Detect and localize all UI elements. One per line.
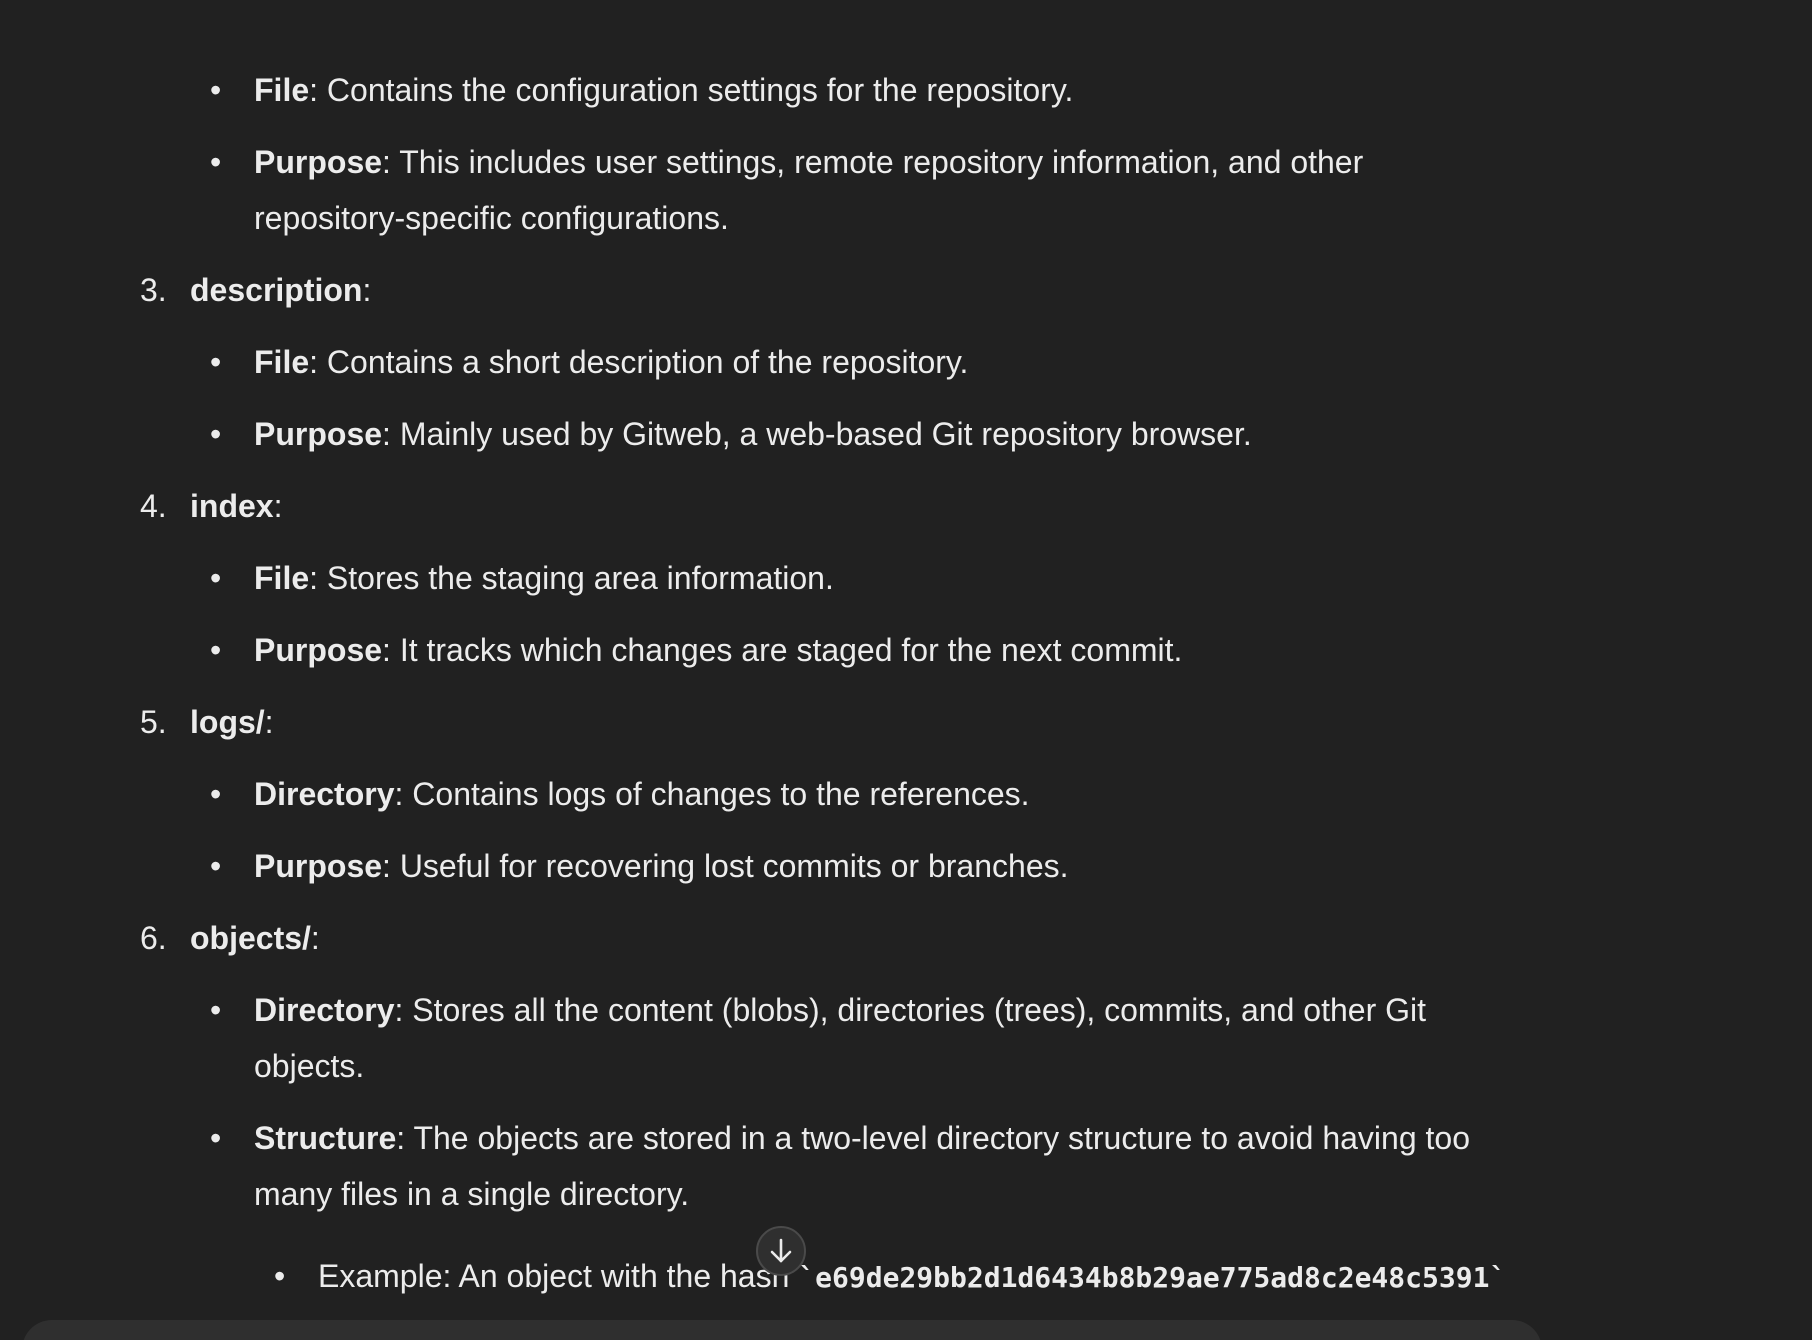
bullet-label: Purpose [254, 144, 383, 180]
item-title: objects/ [190, 920, 311, 956]
bullet-icon: • [210, 992, 222, 1028]
bullet-icon: • [210, 848, 222, 884]
bullet-text-continuation: many files in a single directory. [254, 1176, 690, 1212]
message-composer[interactable] [22, 1320, 1542, 1340]
item-title: description [190, 272, 363, 308]
bullet-icon: • [210, 776, 222, 812]
bullet-text: : The objects are stored in a two-level … [396, 1120, 1470, 1156]
inline-code: `e69de29bb2d1d6434b8b29ae775ad8c2e48c539… [798, 1261, 1507, 1294]
item-number: 6. [140, 920, 167, 956]
item-number: 4. [140, 488, 167, 524]
bullet-icon: • [210, 144, 222, 180]
bullet-icon: • [210, 416, 222, 452]
bullet-label: Structure [254, 1120, 397, 1156]
bullet-label: Purpose [254, 416, 383, 452]
bullet-icon: • [210, 1120, 222, 1156]
bullet-label: File [254, 344, 310, 380]
bullet-text: : It tracks which changes are staged for… [382, 632, 1183, 668]
bullet-label: File [254, 560, 310, 596]
bullet-text-continuation: repository-specific configurations. [254, 200, 729, 236]
bullet-text: : Contains the configuration settings fo… [309, 72, 1074, 108]
bullet-icon: • [210, 560, 222, 596]
bullet-text: : Mainly used by Gitweb, a web-based Git… [382, 416, 1252, 452]
bullet-text: : Stores the staging area information. [309, 560, 834, 596]
bullet-text: : This includes user settings, remote re… [382, 144, 1364, 180]
bullet-icon: • [274, 1258, 286, 1294]
item-title: index [190, 488, 274, 524]
bullet-icon: • [210, 72, 222, 108]
bullet-icon: • [210, 632, 222, 668]
bullet-label: Directory [254, 992, 395, 1028]
bullet-text: : Stores all the content (blobs), direct… [394, 992, 1427, 1028]
bullet-label: File [254, 72, 310, 108]
bullet-text-continuation: objects. [254, 1048, 365, 1084]
bullet-label: Purpose [254, 632, 383, 668]
arrow-down-icon [770, 1238, 792, 1263]
item-number: 5. [140, 704, 167, 740]
item-number: 3. [140, 272, 167, 308]
bullet-text: : Contains a short description of the re… [309, 344, 969, 380]
bullet-icon: • [210, 344, 222, 380]
scroll-to-bottom-button[interactable] [756, 1226, 806, 1276]
item-title: logs/ [190, 704, 265, 740]
item-colon: : [310, 920, 320, 956]
item-colon: : [362, 272, 372, 308]
sub-bullet-text: Example: An object with the hash [318, 1258, 799, 1294]
bullet-label: Purpose [254, 848, 383, 884]
bullet-text: : Contains logs of changes to the refere… [394, 776, 1030, 812]
bullet-label: Directory [254, 776, 395, 812]
item-colon: : [264, 704, 274, 740]
item-colon: : [273, 488, 283, 524]
bullet-text: : Useful for recovering lost commits or … [382, 848, 1069, 884]
